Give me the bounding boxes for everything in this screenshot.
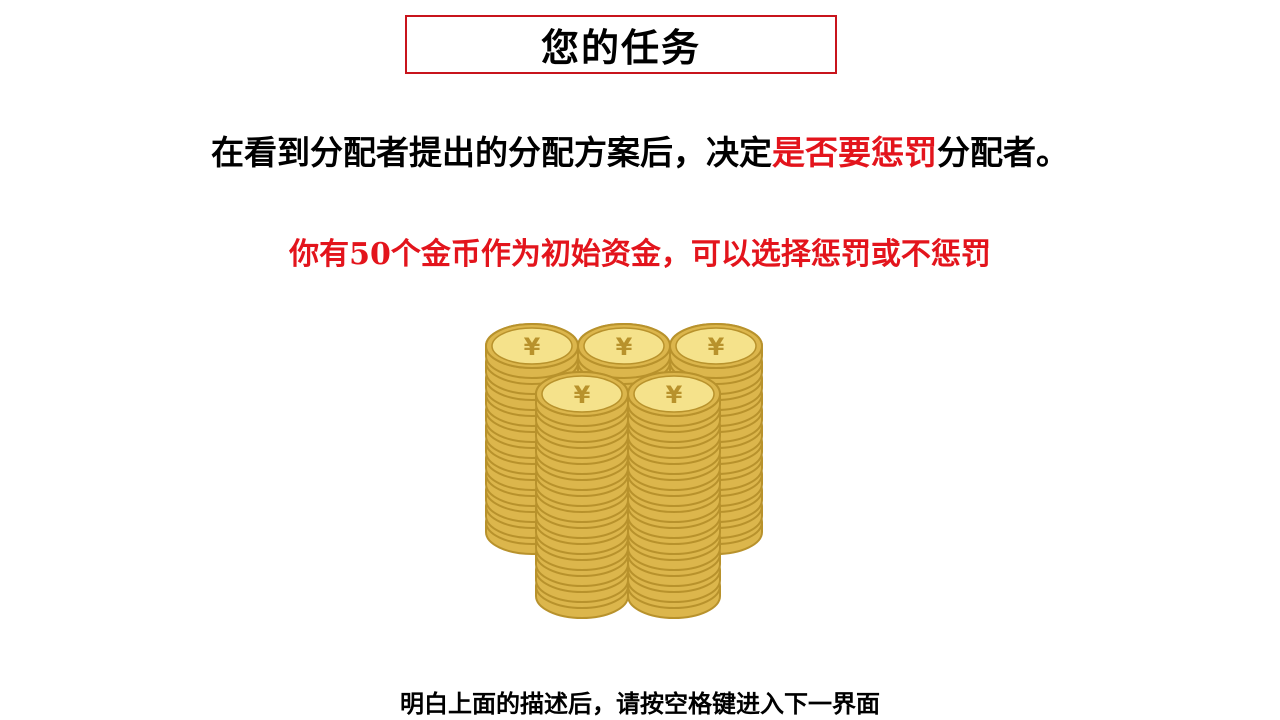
instruction-highlight: 是否要惩罚 (772, 133, 937, 172)
coin-stack-front-right: ¥ (627, 371, 721, 619)
yen-symbol: ¥ (666, 381, 683, 409)
initial-funds-note: 你有50个金币作为初始资金，可以选择惩罚或不惩罚 (289, 237, 991, 272)
continue-instruction: 明白上面的描述后，请按空格键进入下一界面 (400, 689, 880, 718)
coin-stacks-icon: ¥ ¥ ¥ ¥ ¥ (485, 323, 763, 619)
yen-symbol: ¥ (574, 381, 591, 409)
page-title: 您的任务 (405, 15, 837, 74)
task-instruction: 在看到分配者提出的分配方案后，决定是否要惩罚分配者。 (0, 126, 1280, 174)
instruction-text-end: 分配者。 (937, 133, 1069, 172)
yen-symbol: ¥ (616, 333, 633, 361)
instruction-text-start: 在看到分配者提出的分配方案后，决定 (211, 133, 772, 172)
coin-stack-front-left: ¥ (535, 371, 629, 619)
yen-symbol: ¥ (708, 333, 725, 361)
yen-symbol: ¥ (524, 333, 541, 361)
